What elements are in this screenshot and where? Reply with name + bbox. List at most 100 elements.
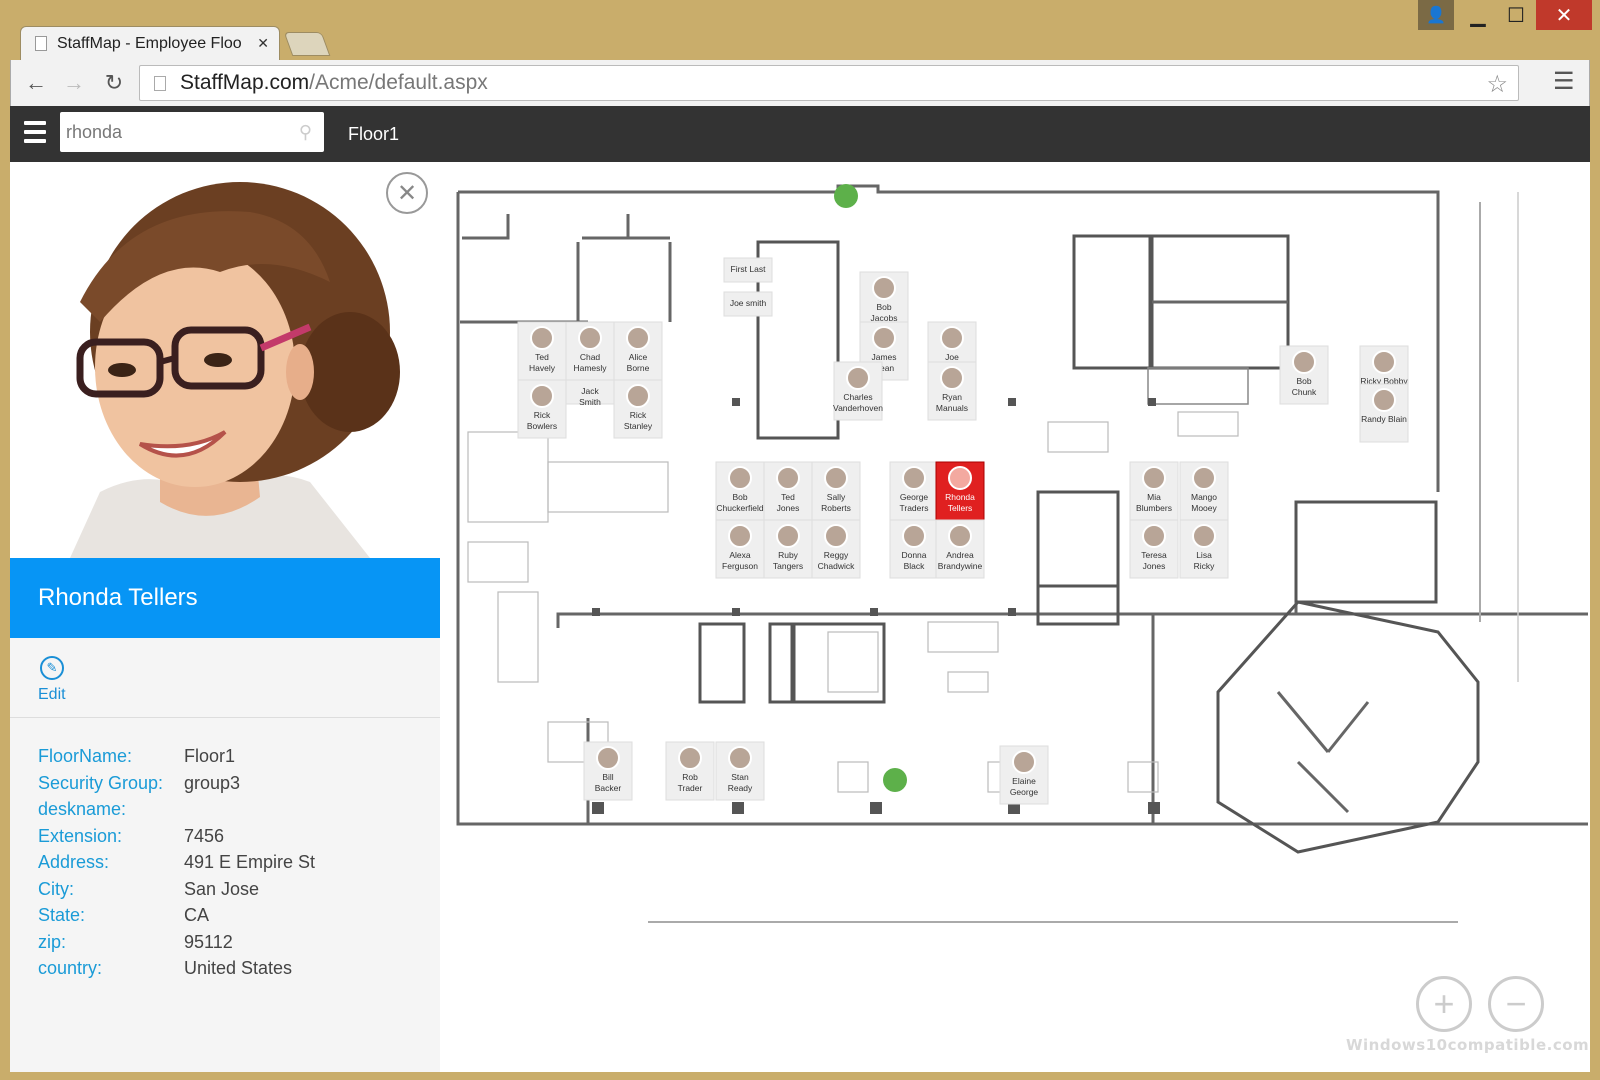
employee-pin-label: Andrea: [946, 550, 974, 560]
employee-pin[interactable]: Randy Blain: [1359, 383, 1409, 443]
edit-section: ✎ Edit: [10, 638, 440, 718]
employee-pin[interactable]: TeresaJones: [1129, 519, 1179, 579]
browser-toolbar: ← → ↻ StaffMap.com/Acme/default.aspx ☆ ☰: [10, 60, 1590, 106]
close-panel-button[interactable]: ✕: [386, 172, 428, 214]
employee-pin-label: Trader: [678, 783, 703, 793]
employee-pin[interactable]: CharlesVanderhoven: [833, 361, 883, 421]
maximize-icon[interactable]: ☐: [1498, 0, 1534, 30]
search-icon[interactable]: ⚲: [299, 122, 312, 143]
employee-pin-label: Teresa: [1141, 550, 1167, 560]
employee-avatar: [728, 524, 752, 548]
employee-pin-label: Jack: [581, 386, 599, 396]
employee-avatar: [530, 326, 554, 350]
employee-pin-label: Joe smith: [730, 298, 767, 308]
employee-pin[interactable]: AlexaFerguson: [715, 519, 765, 579]
detail-key: FloorName:: [38, 746, 133, 766]
employee-pin-label: Chadwick: [818, 561, 856, 571]
search-box[interactable]: ⚲: [60, 112, 324, 152]
employee-pin-label: Sally: [827, 492, 846, 502]
minimize-icon[interactable]: ▁: [1462, 0, 1494, 30]
employee-pin-label: Rob: [682, 772, 698, 782]
detail-value: 491 E Empire St: [184, 852, 316, 872]
employee-pin-label: Rick: [630, 410, 647, 420]
employee-avatar: [578, 326, 602, 350]
edit-pencil-icon[interactable]: ✎: [40, 656, 64, 680]
employee-pin-label: Hamesly: [573, 363, 607, 373]
detail-row: City: San Jose: [38, 879, 428, 906]
employee-avatar: [948, 466, 972, 490]
detail-key: zip:: [38, 931, 67, 952]
detail-row: zip: 95112: [38, 932, 428, 959]
employee-pin-label: Borne: [627, 363, 650, 373]
employee-pin[interactable]: RhondaTellers: [935, 461, 985, 521]
employee-pin[interactable]: RobTrader: [665, 741, 715, 801]
bookmark-star-icon[interactable]: ☆: [1486, 70, 1508, 99]
mic-marker-icon[interactable]: [834, 184, 858, 208]
search-input[interactable]: [60, 121, 280, 143]
employee-avatar: [1292, 350, 1316, 374]
employee-avatar: [1012, 750, 1036, 774]
employee-avatar: [824, 466, 848, 490]
employee-pin[interactable]: RyanManuals: [927, 361, 977, 421]
zoom-out-button[interactable]: −: [1488, 976, 1544, 1032]
browser-tab[interactable]: StaffMap - Employee Floo ✕: [20, 26, 280, 60]
employee-avatar: [1142, 466, 1166, 490]
employee-pin[interactable]: First Last: [723, 257, 773, 283]
detail-row: Address: 491 E Empire St: [38, 852, 428, 879]
zoom-in-button[interactable]: +: [1416, 976, 1472, 1032]
employee-pin[interactable]: AndreaBrandywine: [935, 519, 985, 579]
employee-pin[interactable]: MiaBlumbers: [1129, 461, 1179, 521]
user-profile-icon[interactable]: 👤: [1418, 0, 1454, 30]
employee-avatar: [902, 466, 926, 490]
hamburger-menu-icon[interactable]: [24, 121, 46, 145]
employee-pin-label: Havely: [529, 363, 556, 373]
back-arrow-icon[interactable]: ←: [21, 68, 51, 98]
browser-menu-icon[interactable]: ☰: [1553, 70, 1577, 94]
employee-pin[interactable]: ElaineGeorge: [999, 745, 1049, 805]
employee-pin[interactable]: BobJacobs: [859, 271, 909, 331]
employee-pin[interactable]: AliceBorne: [613, 321, 663, 381]
employee-pin[interactable]: BillBacker: [583, 741, 633, 801]
floor-map[interactable]: First Last Joe smith Bob Jacobs James Dean Joe…: [448, 162, 1590, 1072]
employee-pin[interactable]: RubyTangers: [763, 519, 813, 579]
employee-avatar: [1192, 466, 1216, 490]
employee-pin-label: Backer: [595, 783, 622, 793]
employee-pin[interactable]: StanReady: [715, 741, 765, 801]
new-tab-button[interactable]: [283, 32, 331, 56]
employee-pin[interactable]: Joe smith: [723, 291, 773, 317]
mic-marker-icon[interactable]: [883, 768, 907, 792]
window-close-icon[interactable]: ✕: [1536, 0, 1592, 30]
address-bar[interactable]: StaffMap.com/Acme/default.aspx ☆: [139, 65, 1519, 101]
employee-pin-label: Lisa: [1196, 550, 1212, 560]
employee-pin[interactable]: MangoMooey: [1179, 461, 1229, 521]
employee-pin[interactable]: SallyRoberts: [811, 461, 861, 521]
tab-close-icon[interactable]: ✕: [257, 35, 269, 52]
url-path: /Acme/default.aspx: [309, 71, 488, 94]
employee-avatar: [846, 366, 870, 390]
employee-pin-label: Tangers: [773, 561, 803, 571]
detail-row: State: CA: [38, 905, 428, 932]
edit-link[interactable]: Edit: [38, 686, 66, 704]
employee-pin-label: Mango: [1191, 492, 1217, 502]
employee-pin[interactable]: DonnaBlack: [889, 519, 939, 579]
employee-pin-label: First Last: [731, 264, 767, 274]
employee-pin[interactable]: BobChuckerfield: [715, 461, 765, 521]
forward-arrow-icon[interactable]: →: [59, 68, 89, 98]
detail-key: City:: [38, 878, 74, 899]
employee-pin[interactable]: RickStanley: [613, 379, 663, 439]
employee-pin[interactable]: LisaRicky: [1179, 519, 1229, 579]
detail-key: State:: [38, 905, 86, 925]
employee-pin[interactable]: RickBowlers: [517, 379, 567, 439]
employee-pin-label: Ruby: [778, 550, 799, 560]
employee-pin[interactable]: ChadHamesly: [565, 321, 615, 381]
floor-plan[interactable]: First LastJoe smith BobJacobsJamesDeanJoe…: [448, 162, 1590, 1072]
employee-pin-label: Roberts: [821, 503, 851, 513]
watermark: Windows10compatible.com: [1346, 1036, 1590, 1054]
employee-pin[interactable]: BobChunk: [1279, 345, 1329, 405]
employee-pin[interactable]: GeorgeTraders: [889, 461, 939, 521]
employee-pin[interactable]: JackSmith: [565, 379, 615, 407]
reload-icon[interactable]: ↻: [99, 68, 129, 98]
employee-pin[interactable]: TedJones: [763, 461, 813, 521]
employee-pin[interactable]: TedHavely: [517, 321, 567, 381]
employee-pin[interactable]: ReggyChadwick: [811, 519, 861, 579]
